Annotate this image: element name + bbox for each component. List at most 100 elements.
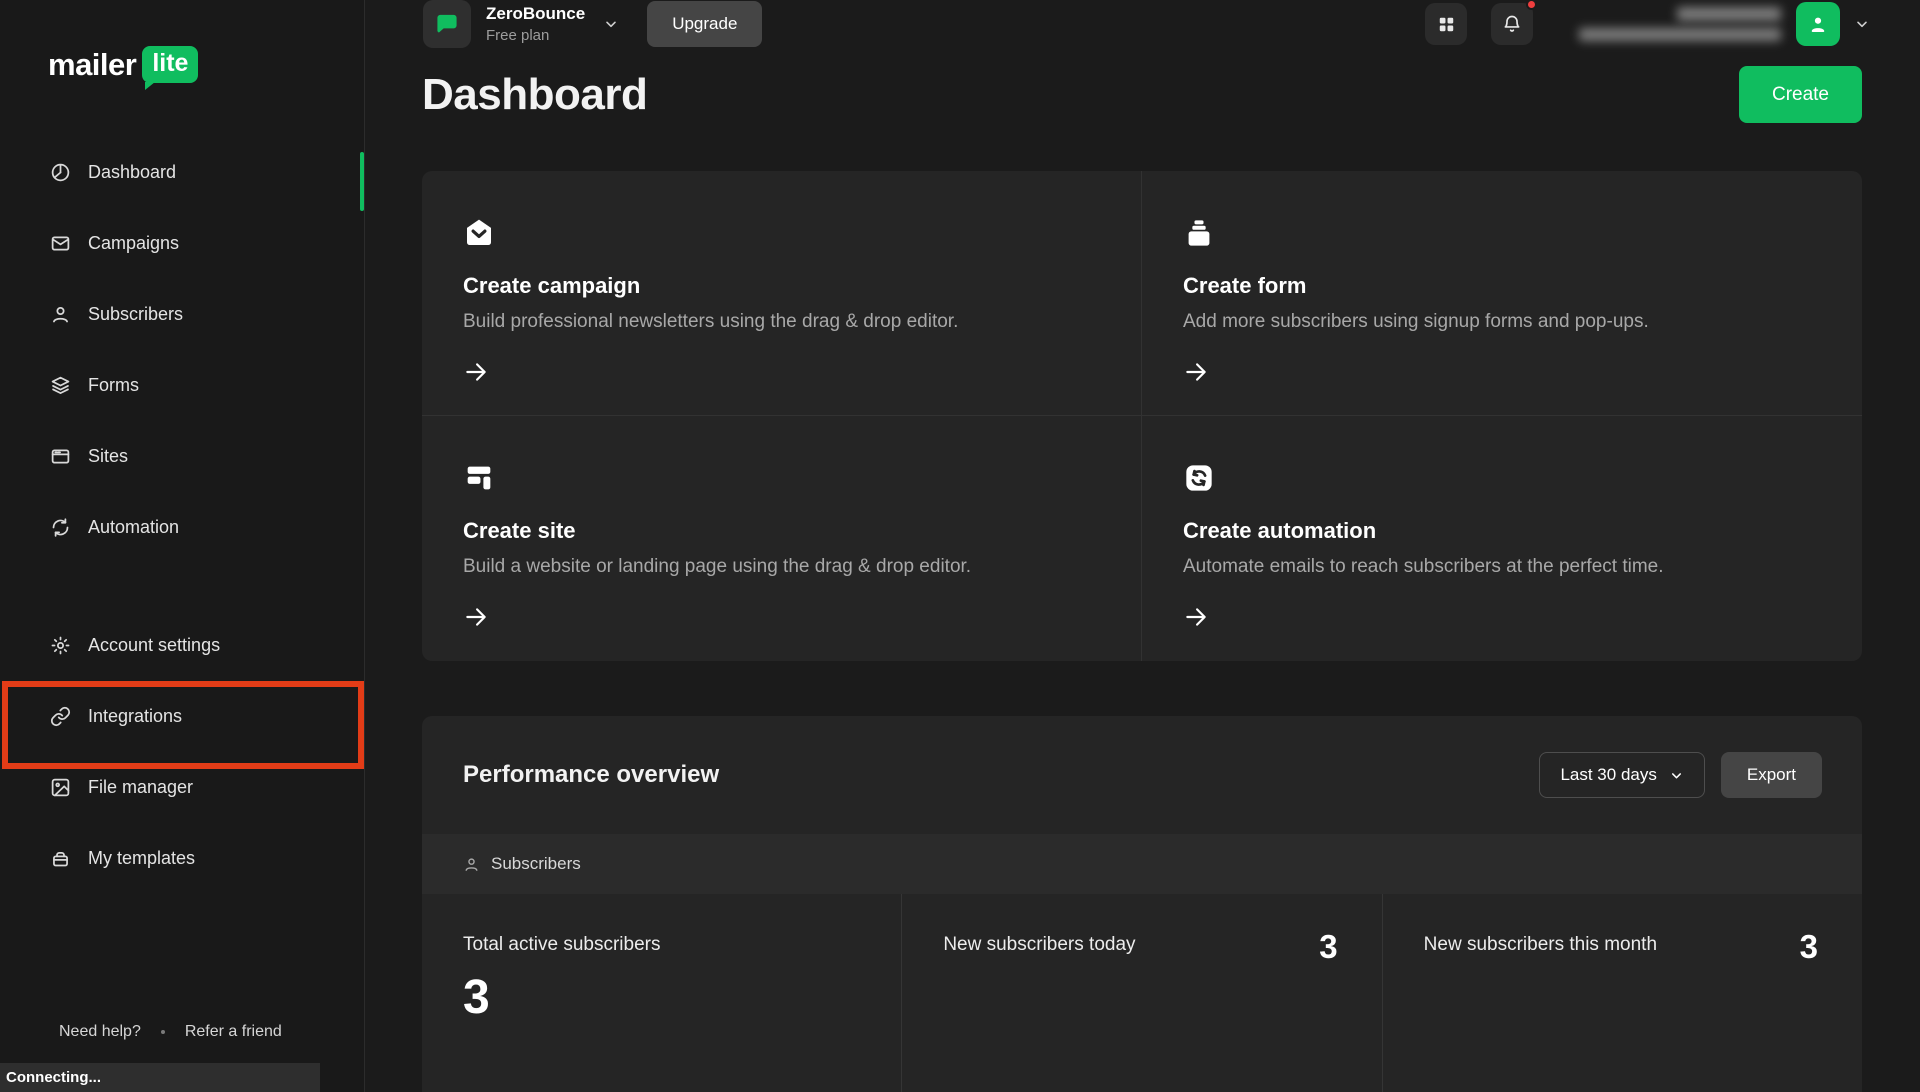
quick-action-title: Create automation xyxy=(1183,518,1822,544)
stat-new-subscribers-this-month: New subscribers this month 3 xyxy=(1382,894,1862,1092)
nav-group-spacer xyxy=(0,563,364,610)
sidebar-item-subscribers[interactable]: Subscribers xyxy=(0,279,364,350)
performance-overview-card: Performance overview Last 30 days Export… xyxy=(422,716,1862,1092)
stat-total-active-subscribers: Total active subscribers 3 xyxy=(422,894,901,1092)
sidebar-item-label: Subscribers xyxy=(88,304,183,325)
stats-row: Total active subscribers 3 New subscribe… xyxy=(422,894,1862,1092)
logo-text: mailer xyxy=(48,47,136,83)
grid-icon xyxy=(1437,15,1456,34)
templates-icon xyxy=(50,848,71,869)
stat-value: 3 xyxy=(1800,930,1818,963)
sidebar-item-file-manager[interactable]: File manager xyxy=(0,752,364,823)
arrow-right-icon xyxy=(1183,359,1822,385)
sidebar-item-label: Campaigns xyxy=(88,233,179,254)
subscribers-icon xyxy=(50,304,71,325)
sidebar-item-integrations[interactable]: Integrations xyxy=(0,681,364,752)
create-site-card[interactable]: Create site Build a website or landing p… xyxy=(422,416,1142,661)
create-button[interactable]: Create xyxy=(1739,66,1862,123)
quick-action-title: Create site xyxy=(463,518,1101,544)
page-content: Dashboard Create Create campaign Build p… xyxy=(365,48,1920,1092)
footer-separator-dot xyxy=(161,1030,165,1034)
sidebar-nav: Dashboard Campaigns Subscribers Forms Si… xyxy=(0,137,364,894)
subscribers-tab-icon xyxy=(463,856,480,873)
user-name-redacted xyxy=(1677,7,1781,21)
automation-icon xyxy=(50,517,71,538)
quick-action-title: Create form xyxy=(1183,273,1822,299)
forms-icon xyxy=(50,375,71,396)
sidebar-item-campaigns[interactable]: Campaigns xyxy=(0,208,364,279)
workspace-avatar xyxy=(423,0,471,48)
create-form-card[interactable]: Create form Add more subscribers using s… xyxy=(1142,171,1862,416)
sidebar-item-sites[interactable]: Sites xyxy=(0,421,364,492)
user-menu-chevron-icon[interactable] xyxy=(1854,16,1870,32)
quick-action-description: Build professional newsletters using the… xyxy=(463,311,1101,333)
sidebar-item-forms[interactable]: Forms xyxy=(0,350,364,421)
active-nav-indicator xyxy=(360,152,364,211)
dashboard-icon xyxy=(50,162,71,183)
topbar: ZeroBounce Free plan Upgrade xyxy=(365,0,1920,48)
stat-value: 3 xyxy=(463,970,857,1025)
quick-actions-card: Create campaign Build professional newsl… xyxy=(422,171,1862,661)
form-stack-icon xyxy=(1183,217,1822,251)
main-area: ZeroBounce Free plan Upgrade xyxy=(365,0,1920,1092)
quick-action-title: Create campaign xyxy=(463,273,1101,299)
mailerlite-logo[interactable]: mailer lite xyxy=(48,46,364,83)
performance-controls: Last 30 days Export xyxy=(1539,752,1822,798)
site-layout-icon xyxy=(463,462,1101,496)
logo-badge: lite xyxy=(142,46,198,83)
sites-icon xyxy=(50,446,71,467)
date-range-value: Last 30 days xyxy=(1560,765,1656,785)
page-title: Dashboard xyxy=(422,70,647,120)
stat-label: New subscribers this month xyxy=(1424,934,1657,956)
sidebar-item-my-templates[interactable]: My templates xyxy=(0,823,364,894)
upgrade-button[interactable]: Upgrade xyxy=(647,1,762,47)
stat-label: New subscribers today xyxy=(943,934,1135,956)
workspace-plan: Free plan xyxy=(486,27,585,44)
envelope-check-icon xyxy=(463,217,1101,251)
user-email-redacted xyxy=(1579,28,1781,41)
image-icon xyxy=(50,777,71,798)
sidebar-item-label: Dashboard xyxy=(88,162,176,183)
chevron-down-icon xyxy=(1669,768,1684,783)
workspace-name: ZeroBounce xyxy=(486,4,585,24)
stat-label: Total active subscribers xyxy=(463,934,857,956)
notification-dot xyxy=(1526,0,1537,10)
apps-grid-button[interactable] xyxy=(1425,3,1467,45)
tab-subscribers[interactable]: Subscribers xyxy=(491,854,581,874)
sidebar-footer: Need help? Refer a friend xyxy=(59,1023,282,1041)
sidebar-item-dashboard[interactable]: Dashboard xyxy=(0,137,364,208)
bell-icon xyxy=(1502,14,1522,34)
sidebar-item-account-settings[interactable]: Account settings xyxy=(0,610,364,681)
refer-a-friend-link[interactable]: Refer a friend xyxy=(185,1023,282,1041)
quick-action-description: Add more subscribers using signup forms … xyxy=(1183,311,1822,333)
campaigns-icon xyxy=(50,233,71,254)
performance-title: Performance overview xyxy=(463,761,719,789)
export-button[interactable]: Export xyxy=(1721,752,1822,798)
date-range-dropdown[interactable]: Last 30 days xyxy=(1539,752,1704,798)
user-info-redacted xyxy=(1579,7,1781,41)
sidebar-item-label: Automation xyxy=(88,517,179,538)
workspace-switcher[interactable]: ZeroBounce Free plan xyxy=(423,0,619,48)
performance-header: Performance overview Last 30 days Export xyxy=(422,716,1862,834)
link-icon xyxy=(50,706,71,727)
create-automation-card[interactable]: Create automation Automate emails to rea… xyxy=(1142,416,1862,661)
person-icon xyxy=(1807,13,1829,35)
chat-bubble-icon xyxy=(435,13,459,36)
user-avatar[interactable] xyxy=(1796,2,1840,46)
arrow-right-icon xyxy=(463,604,1101,630)
quick-action-description: Build a website or landing page using th… xyxy=(463,556,1101,578)
notifications-button[interactable] xyxy=(1491,3,1533,45)
sidebar-item-label: My templates xyxy=(88,848,195,869)
sidebar-item-label: Integrations xyxy=(88,706,182,727)
quick-action-description: Automate emails to reach subscribers at … xyxy=(1183,556,1822,578)
sidebar-item-automation[interactable]: Automation xyxy=(0,492,364,563)
sidebar-item-label: File manager xyxy=(88,777,193,798)
sidebar-item-label: Sites xyxy=(88,446,128,467)
workspace-meta: ZeroBounce Free plan xyxy=(486,4,585,44)
create-campaign-card[interactable]: Create campaign Build professional newsl… xyxy=(422,171,1142,416)
need-help-link[interactable]: Need help? xyxy=(59,1023,141,1041)
connecting-status-toast: Connecting... xyxy=(0,1063,320,1092)
stat-new-subscribers-today: New subscribers today 3 xyxy=(901,894,1381,1092)
sidebar: mailer lite Dashboard Campaigns Subscrib… xyxy=(0,0,365,1092)
topbar-right xyxy=(1425,2,1870,46)
